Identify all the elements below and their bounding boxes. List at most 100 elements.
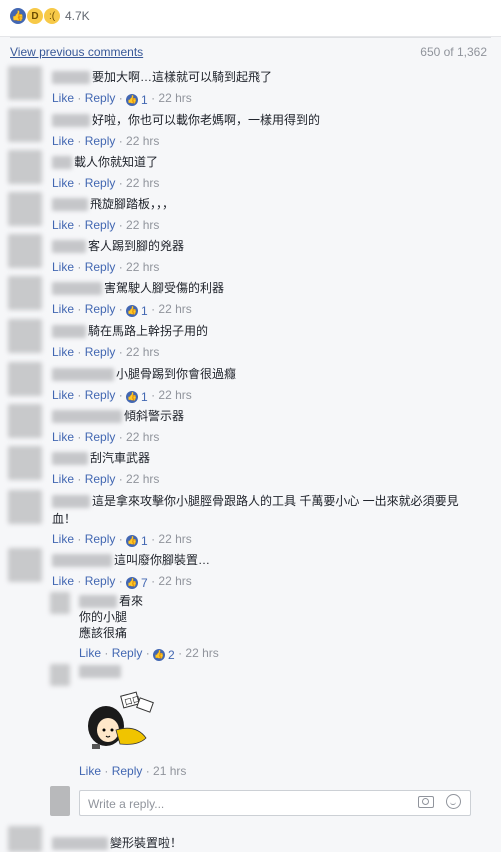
author-name[interactable] xyxy=(52,410,122,424)
reaction-summary[interactable]: 👍 D :( 4.7K xyxy=(10,8,90,24)
author-name[interactable] xyxy=(52,452,88,466)
timestamp[interactable]: 22 hrs xyxy=(158,388,191,402)
author-name[interactable] xyxy=(52,240,86,254)
reply-link[interactable]: Reply xyxy=(85,302,116,316)
like-count-badge[interactable]: 👍 1 xyxy=(126,93,148,107)
comment-text: 這是拿來攻擊你小腿脛骨跟路人的工具 千萬要小心 一出來就必須要見 xyxy=(92,494,459,508)
reply-link[interactable]: Reply xyxy=(85,260,116,274)
reply-link[interactable]: Reply xyxy=(85,430,116,444)
comment: 變形裝置啦！ xyxy=(52,834,182,851)
avatar[interactable] xyxy=(8,276,42,310)
reply-link[interactable]: Reply xyxy=(85,472,116,486)
timestamp[interactable]: 22 hrs xyxy=(158,574,191,588)
comment-text: 害駕駛人腳受傷的利器 xyxy=(104,281,225,295)
like-link[interactable]: Like xyxy=(52,388,74,402)
like-count-badge[interactable]: 👍 1 xyxy=(126,304,148,318)
timestamp[interactable]: 22 hrs xyxy=(126,218,159,232)
like-link[interactable]: Like xyxy=(52,302,74,316)
author-name[interactable] xyxy=(52,368,114,382)
like-link[interactable]: Like xyxy=(52,218,74,232)
author-name[interactable] xyxy=(52,198,88,212)
comment: 害駕駛人腳受傷的利器 Like · Reply · 👍 1 · 22 hrs xyxy=(52,279,224,318)
like-link[interactable]: Like xyxy=(52,472,74,486)
timestamp[interactable]: 21 hrs xyxy=(153,764,186,778)
avatar[interactable] xyxy=(8,548,42,582)
timestamp[interactable]: 22 hrs xyxy=(185,646,218,660)
like-link[interactable]: Like xyxy=(79,646,101,660)
author-name[interactable] xyxy=(52,156,72,170)
like-link[interactable]: Like xyxy=(52,430,74,444)
timestamp[interactable]: 22 hrs xyxy=(158,91,191,105)
author-name[interactable] xyxy=(52,495,90,509)
reply-link[interactable]: Reply xyxy=(85,218,116,232)
timestamp[interactable]: 22 hrs xyxy=(126,176,159,190)
like-link[interactable]: Like xyxy=(52,260,74,274)
like-count-badge[interactable]: 👍 2 xyxy=(153,648,175,662)
author-name[interactable] xyxy=(52,71,90,85)
avatar[interactable] xyxy=(8,490,42,524)
comment: 騎在馬路上幹拐子用的 Like · Reply · 22 hrs xyxy=(52,322,208,359)
avatar[interactable] xyxy=(8,150,42,184)
timestamp[interactable]: 22 hrs xyxy=(126,345,159,359)
reply-link[interactable]: Reply xyxy=(85,91,116,105)
reply-link[interactable]: Reply xyxy=(85,574,116,588)
like-link[interactable]: Like xyxy=(52,532,74,546)
author-name[interactable] xyxy=(52,837,108,851)
comment-meta: Like · Reply · 👍 1 · 22 hrs xyxy=(52,91,192,107)
reply-link[interactable]: Reply xyxy=(112,764,143,778)
reply: 看來 你的小腿 應該很痛 Like · Reply · 👍 2 · 22 hrs xyxy=(79,593,219,662)
like-link[interactable]: Like xyxy=(52,176,74,190)
avatar[interactable] xyxy=(50,592,70,614)
like-count-badge[interactable]: 👍 1 xyxy=(126,534,148,548)
avatar[interactable] xyxy=(8,319,42,353)
avatar[interactable] xyxy=(8,362,42,396)
timestamp[interactable]: 22 hrs xyxy=(126,430,159,444)
reply-input[interactable] xyxy=(86,796,410,812)
like-count-badge[interactable]: 👍 1 xyxy=(126,390,148,404)
comment-meta: Like · Reply · 👍 1 · 22 hrs xyxy=(52,532,192,548)
like-link[interactable]: Like xyxy=(52,574,74,588)
camera-icon[interactable] xyxy=(418,796,434,808)
author-name[interactable] xyxy=(52,554,112,568)
reply-link[interactable]: Reply xyxy=(85,176,116,190)
like-link[interactable]: Like xyxy=(52,91,74,105)
reply-link[interactable]: Reply xyxy=(85,134,116,148)
reply-link[interactable]: Reply xyxy=(85,345,116,359)
comment: 客人踢到腳的兇器 Like · Reply · 22 hrs xyxy=(52,237,184,274)
avatar[interactable] xyxy=(8,826,42,852)
avatar[interactable] xyxy=(8,404,42,438)
timestamp[interactable]: 22 hrs xyxy=(158,532,191,546)
reply-link[interactable]: Reply xyxy=(85,388,116,402)
reply-link[interactable]: Reply xyxy=(85,532,116,546)
like-count-badge[interactable]: 👍 7 xyxy=(126,576,148,590)
author-name[interactable] xyxy=(79,595,117,609)
timestamp[interactable]: 22 hrs xyxy=(158,302,191,316)
timestamp[interactable]: 22 hrs xyxy=(126,260,159,274)
avatar[interactable] xyxy=(8,108,42,142)
author-name[interactable] xyxy=(52,282,102,296)
avatar[interactable] xyxy=(50,664,70,686)
emoji-icon[interactable] xyxy=(446,794,461,809)
author-name[interactable] xyxy=(52,114,90,128)
reply-text-line3: 應該很痛 xyxy=(79,626,128,640)
like-link[interactable]: Like xyxy=(52,134,74,148)
avatar[interactable] xyxy=(8,192,42,226)
avatar[interactable] xyxy=(8,446,42,480)
comment-meta: Like · Reply · 22 hrs xyxy=(52,430,160,444)
sticker-image: 口口 xyxy=(88,691,154,749)
comment-meta: Like · Reply · 22 hrs xyxy=(52,472,160,486)
timestamp[interactable]: 22 hrs xyxy=(126,472,159,486)
reply xyxy=(79,664,123,679)
author-name[interactable] xyxy=(79,665,121,679)
author-name[interactable] xyxy=(52,325,86,339)
view-previous-comments-link[interactable]: View previous comments xyxy=(10,45,143,59)
timestamp[interactable]: 22 hrs xyxy=(126,134,159,148)
avatar[interactable] xyxy=(8,66,42,100)
like-link[interactable]: Like xyxy=(79,764,101,778)
avatar[interactable] xyxy=(8,234,42,268)
like-link[interactable]: Like xyxy=(52,345,74,359)
thumbs-up-icon: 👍 xyxy=(126,304,139,317)
comment: 好啦，你也可以載你老媽啊，一樣用得到的 Like · Reply · 22 hr… xyxy=(52,111,320,148)
reply-link[interactable]: Reply xyxy=(112,646,143,660)
comment-text: 傾斜警示器 xyxy=(124,409,185,423)
